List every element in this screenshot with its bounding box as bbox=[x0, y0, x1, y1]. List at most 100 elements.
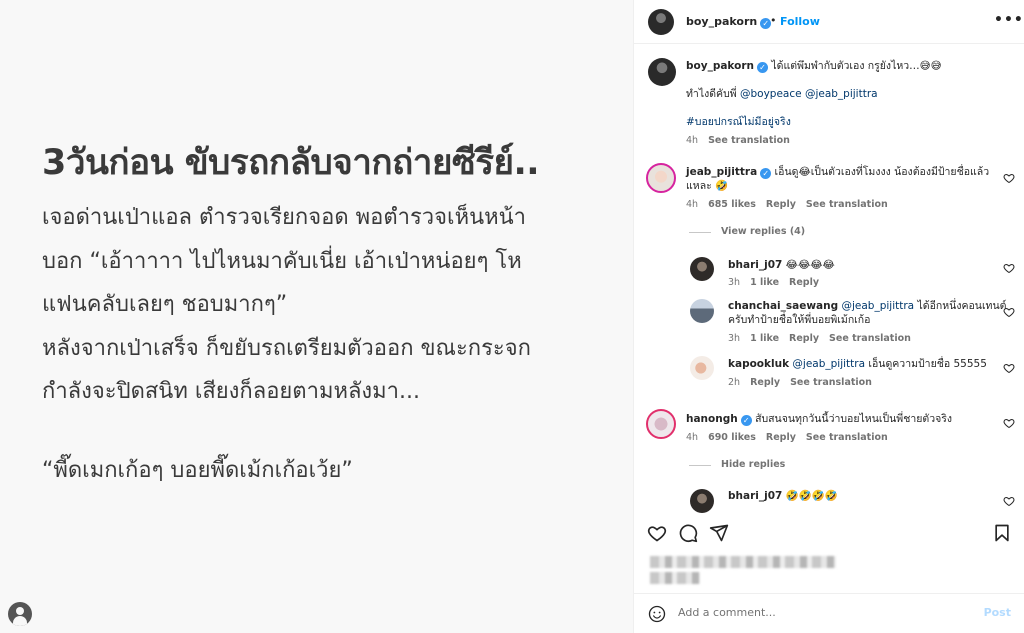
reply-meta: 3h 1 like Reply See translation bbox=[728, 333, 921, 344]
see-translation-link[interactable]: See translation bbox=[829, 333, 911, 344]
post-image-line: กำลังจะปิดสนิท เสียงก็ลอยตามหลังมา... bbox=[42, 379, 421, 404]
comment-bubble-icon[interactable] bbox=[678, 523, 698, 543]
commenter-avatar[interactable] bbox=[646, 163, 676, 193]
mention-link[interactable]: @boypeace bbox=[740, 88, 802, 100]
likes-count[interactable]: 1 like bbox=[750, 333, 779, 344]
post-image-line: แฟนคลับเลยๆ ชอบมากๆ” bbox=[42, 292, 288, 317]
see-translation-link[interactable]: See translation bbox=[806, 432, 888, 443]
reply-username[interactable]: chanchai_saewang bbox=[728, 300, 838, 312]
comment-meta: 4h 685 likes Reply See translation bbox=[686, 199, 898, 210]
replies-divider bbox=[689, 465, 711, 466]
reply-button[interactable]: Reply bbox=[766, 199, 796, 210]
likes-count[interactable]: 690 likes bbox=[708, 432, 756, 443]
comment-time[interactable]: 4h bbox=[686, 432, 698, 443]
post-image: 3วันก่อน ขับรถกลับจากถ่ายซีรีย์.. เจอด่า… bbox=[0, 0, 633, 633]
reply-button[interactable]: Reply bbox=[789, 277, 819, 288]
comment-line-1: jeab_pijittra ✓ เอ็นดู😂เป็นตัวเองที่โมงงง… bbox=[686, 165, 989, 180]
hide-replies-button[interactable]: Hide replies bbox=[721, 459, 785, 470]
post-image-line: เจอด่านเป่าแอล ตำรวจเรียกจอด พอตำรวจเห็น… bbox=[42, 205, 527, 230]
verified-badge-icon: ✓ bbox=[740, 415, 752, 426]
author-username[interactable]: boy_pakorn ✓ bbox=[686, 15, 772, 29]
like-heart-icon[interactable] bbox=[1003, 172, 1015, 184]
reply-meta: 3h 1 like Reply bbox=[728, 277, 829, 288]
view-replies-button[interactable]: View replies (4) bbox=[721, 226, 805, 237]
reply-button[interactable]: Reply bbox=[789, 333, 819, 344]
comment-time[interactable]: 4h bbox=[686, 199, 698, 210]
emoji-smiley-icon[interactable] bbox=[648, 605, 666, 623]
reply-line: bhari_j07 😂😂😂😂 bbox=[728, 258, 835, 273]
reply-button[interactable]: Reply bbox=[750, 377, 780, 388]
follow-button[interactable]: Follow bbox=[780, 15, 820, 28]
post-image-line: หลังจากเป่าเสร็จ ก็ขยับรถเตรียมตัวออก ขณ… bbox=[42, 335, 531, 361]
save-bookmark-icon[interactable] bbox=[992, 523, 1012, 543]
commenter-avatar[interactable] bbox=[646, 409, 676, 439]
mention-link[interactable]: @jeab_pijittra bbox=[792, 358, 865, 370]
reply-text: 😂😂😂😂 bbox=[785, 259, 835, 271]
hashtag-link[interactable]: #บอยปกรณ์ไม่มีอยู่จริง bbox=[686, 115, 791, 130]
comment-line-2: แหละ 🤣 bbox=[686, 180, 729, 192]
reply-line-2: ครับทำป้ายชื่อให้พี่บอยพิเม้กเก้อ bbox=[728, 314, 871, 326]
post-image-heading: 3วันก่อน ขับรถกลับจากถ่ายซีรีย์.. bbox=[42, 143, 540, 183]
caption-time[interactable]: 4h bbox=[686, 135, 698, 146]
post-side-panel: boy_pakorn ✓ • Follow ••• boy_pakorn ✓ ได้… bbox=[633, 0, 1024, 633]
reply-text: 🤣🤣🤣🤣 bbox=[785, 490, 838, 502]
add-comment-bar: Add a comment... Post bbox=[634, 593, 1024, 633]
replier-avatar[interactable] bbox=[690, 356, 714, 380]
reply-line: bhari_j07 🤣🤣🤣🤣 bbox=[728, 489, 838, 504]
replier-avatar[interactable] bbox=[690, 489, 714, 513]
like-heart-icon[interactable] bbox=[1003, 417, 1015, 429]
caption-text: ได้แต่พึมพำกับตัวเอง กรูยังไหว…😅😅 bbox=[771, 60, 942, 72]
reply-line: kapookluk @jeab_pijittra เอ็นดูความป้ายช… bbox=[728, 357, 987, 372]
reply-username[interactable]: bhari_j07 bbox=[728, 490, 782, 502]
reply-button[interactable]: Reply bbox=[766, 432, 796, 443]
share-paper-plane-icon[interactable] bbox=[709, 523, 729, 543]
post-image-line: บอก “เอ้าาาาา ไปไหนมาคับเนี่ย เอ้าเป่าหน… bbox=[42, 248, 522, 274]
separator-dot: • bbox=[770, 14, 777, 27]
like-heart-icon[interactable] bbox=[1003, 306, 1015, 318]
likes-count[interactable]: 685 likes bbox=[708, 199, 756, 210]
mention-link[interactable]: @jeab_pijittra bbox=[805, 88, 878, 100]
caption-username[interactable]: boy_pakorn bbox=[686, 60, 754, 72]
verified-badge-icon: ✓ bbox=[760, 168, 772, 179]
likes-summary-blurred bbox=[650, 556, 836, 568]
comment-meta: 4h 690 likes Reply See translation bbox=[686, 432, 898, 443]
reply-username[interactable]: bhari_j07 bbox=[728, 259, 782, 271]
post-image-quote: “พี๊ดเมกเก้อๆ บอยพี๊ดเม้กเก้อเว้ย” bbox=[42, 458, 353, 483]
mention-link[interactable]: @jeab_pijittra bbox=[841, 300, 914, 312]
post-image-body: เจอด่านเป่าแอล ตำรวจเรียกจอด พอตำรวจเห็น… bbox=[42, 196, 531, 414]
post-date-blurred bbox=[650, 572, 700, 584]
like-heart-icon[interactable] bbox=[1003, 262, 1015, 274]
replier-avatar[interactable] bbox=[690, 257, 714, 281]
likes-count[interactable]: 1 like bbox=[750, 277, 779, 288]
post-header: boy_pakorn ✓ • Follow ••• bbox=[634, 0, 1024, 44]
reply-time[interactable]: 3h bbox=[728, 333, 740, 344]
reply-time[interactable]: 2h bbox=[728, 377, 740, 388]
see-translation-link[interactable]: See translation bbox=[790, 377, 872, 388]
caption-line-2: ทำไงดีคับพี่ @boypeace @jeab_pijittra bbox=[686, 87, 878, 102]
reply-username[interactable]: kapookluk bbox=[728, 358, 789, 370]
see-translation-link[interactable]: See translation bbox=[708, 135, 790, 146]
more-options-icon[interactable]: ••• bbox=[994, 12, 1024, 28]
caption-meta: 4h See translation bbox=[686, 135, 800, 146]
like-heart-icon[interactable] bbox=[1003, 362, 1015, 374]
comment-username[interactable]: jeab_pijittra bbox=[686, 166, 757, 178]
author-avatar[interactable] bbox=[648, 9, 674, 35]
reply-meta: 2h Reply See translation bbox=[728, 377, 882, 388]
replier-avatar[interactable] bbox=[690, 299, 714, 323]
user-tags-icon[interactable] bbox=[8, 602, 32, 626]
verified-badge-icon: ✓ bbox=[757, 62, 768, 73]
reply-text: เอ็นดูความป้ายชื่อ 55555 bbox=[868, 358, 987, 370]
like-heart-icon[interactable] bbox=[647, 523, 667, 543]
caption-author-avatar[interactable] bbox=[648, 58, 676, 86]
caption-line-1: boy_pakorn ✓ ได้แต่พึมพำกับตัวเอง กรูยังไ… bbox=[686, 59, 942, 74]
add-comment-input[interactable]: Add a comment... bbox=[678, 606, 776, 619]
like-heart-icon[interactable] bbox=[1003, 495, 1015, 507]
comment-text: เอ็นดู😂เป็นตัวเองที่โมงงง น้องต้องมีป้าย… bbox=[774, 166, 990, 178]
comment-text: สับสนจนทุกวันนี้ว่าบอยไหนเป็นพี่ชายตัวจร… bbox=[755, 413, 953, 425]
reply-time[interactable]: 3h bbox=[728, 277, 740, 288]
see-translation-link[interactable]: See translation bbox=[806, 199, 888, 210]
comment-username[interactable]: hanongh bbox=[686, 413, 738, 425]
comment-line-1: hanongh ✓ สับสนจนทุกวันนี้ว่าบอยไหนเป็นพี… bbox=[686, 412, 952, 427]
reply-line: chanchai_saewang @jeab_pijittra ได้อีกหน… bbox=[728, 299, 1006, 314]
post-comment-button[interactable]: Post bbox=[984, 606, 1011, 619]
